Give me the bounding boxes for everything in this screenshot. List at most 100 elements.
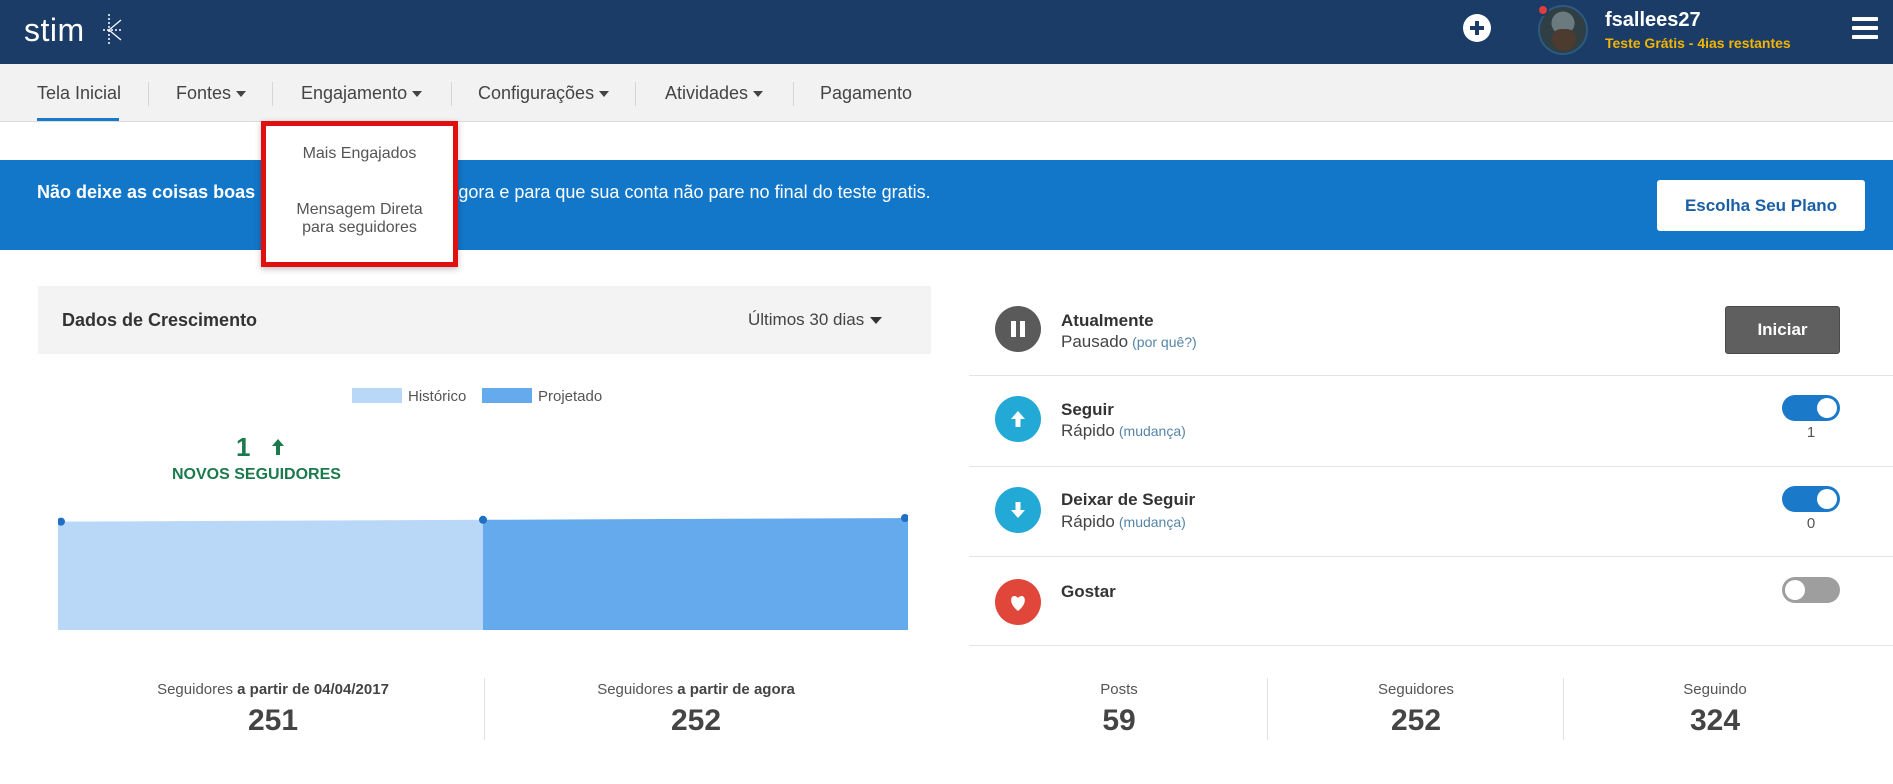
nav-pagamento[interactable]: Pagamento: [820, 83, 912, 104]
arrow-down-icon: [1011, 502, 1025, 518]
legend-swatch: [482, 388, 532, 403]
unfollow-count: 0: [1806, 515, 1816, 532]
dropdown-item-mensagem-direta[interactable]: Mensagem Direta para seguidores: [266, 201, 453, 237]
stat-value: 251: [247, 704, 299, 737]
nav-label: Tela Inicial: [37, 83, 122, 103]
stat-posts: Posts 59: [1019, 681, 1219, 738]
change-link[interactable]: (mudança): [1119, 423, 1186, 439]
stat-label-prefix: Seguidores: [597, 681, 674, 698]
growth-area-chart: [58, 514, 908, 630]
caret-down-icon: [412, 91, 423, 98]
unfollow-icon: [995, 487, 1041, 533]
data-point: [479, 515, 487, 524]
active-tab-indicator: [37, 118, 119, 121]
heart-icon: [1011, 596, 1025, 611]
choose-plan-button[interactable]: Escolha Seu Plano: [1657, 180, 1865, 231]
stat-value: 252: [1390, 704, 1442, 737]
logo[interactable]: stim: [24, 12, 85, 49]
stat-divider: [1267, 678, 1268, 740]
top-header: stim fsallees27 Teste Grátis - 4ias rest…: [0, 0, 1893, 64]
status-value: Pausado (por quê?): [1061, 332, 1197, 352]
row-divider: [969, 556, 1893, 557]
like-title: Gostar: [1061, 582, 1116, 601]
follow-title: Seguir: [1061, 400, 1114, 419]
legend-label: Histórico: [408, 388, 467, 405]
dropdown-item-label-line2: para seguidores: [302, 219, 417, 236]
follow-toggle[interactable]: [1782, 395, 1840, 421]
why-link[interactable]: (por quê?): [1132, 334, 1197, 350]
nav-atividades[interactable]: Atividades: [665, 83, 764, 104]
banner-text: Não deixe as coisas boas __________ seu …: [37, 182, 931, 203]
follow-count: 1: [1806, 424, 1816, 441]
stat-label: Seguindo: [1683, 681, 1747, 698]
status-value-text: Pausado: [1061, 332, 1129, 351]
stat-value: 59: [1102, 704, 1136, 737]
stat-followers-since: Seguidores a partir de 04/04/2017 251: [133, 681, 413, 738]
nav-divider: [272, 82, 273, 106]
stat-following: Seguindo 324: [1615, 681, 1815, 738]
arrow-up-icon: [272, 439, 284, 455]
stat-label: Seguidores: [1378, 681, 1454, 698]
stat-label: Seguidores a partir de 04/04/2017: [133, 681, 413, 698]
nav-fontes[interactable]: Fontes: [176, 83, 247, 104]
nav-label: Atividades: [665, 83, 749, 103]
nav-tela-inicial[interactable]: Tela Inicial: [37, 83, 121, 104]
caret-down-icon: [599, 91, 610, 98]
username[interactable]: fsallees27: [1605, 9, 1701, 32]
follow-icon: [995, 396, 1041, 442]
new-followers-count: 1: [236, 432, 251, 462]
nav-configuracoes[interactable]: Configurações: [478, 83, 610, 104]
like-icon: [995, 579, 1041, 625]
new-followers-label: NOVOS SEGUIDORES: [172, 466, 341, 483]
main-nav: Tela Inicial Fontes Engajamento Configur…: [0, 64, 1893, 122]
nav-divider: [148, 82, 149, 106]
nav-divider: [451, 82, 452, 106]
legend-swatch: [352, 388, 402, 403]
hamburger-menu-icon[interactable]: [1852, 17, 1878, 39]
stat-divider: [484, 678, 485, 740]
nav-label: Engajamento: [301, 83, 408, 103]
nav-label: Pagamento: [820, 83, 913, 103]
dropdown-item-label: Mais Engajados: [302, 145, 417, 162]
unfollow-title: Deixar de Seguir: [1061, 490, 1196, 509]
unfollow-speed-value: Rápido: [1061, 512, 1115, 531]
legend-historico: Histórico: [352, 388, 466, 405]
growth-panel-header: Dados de Crescimento Últimos 30 dias: [38, 286, 931, 354]
nav-divider: [793, 82, 794, 106]
nav-engajamento[interactable]: Engajamento: [301, 83, 423, 104]
start-button[interactable]: Iniciar: [1725, 306, 1840, 354]
nav-label: Fontes: [176, 83, 232, 103]
stat-label: Posts: [1100, 681, 1138, 698]
stat-value: 252: [670, 704, 722, 737]
stat-label-bold: a partir de agora: [677, 681, 795, 698]
toggle-knob: [1817, 489, 1837, 509]
logo-mark-icon: [103, 14, 123, 46]
add-account-button[interactable]: [1463, 14, 1491, 42]
follow-speed-value: Rápido: [1061, 421, 1115, 440]
stat-value: 324: [1689, 704, 1741, 737]
arrow-up-icon: [1011, 411, 1025, 427]
caret-down-icon: [753, 91, 764, 98]
banner-text-bold: Não deixe as coisas boas: [37, 182, 256, 202]
unfollow-toggle[interactable]: [1782, 486, 1840, 512]
stat-label: Seguidores a partir de agora: [556, 681, 836, 698]
change-link[interactable]: (mudança): [1119, 514, 1186, 530]
growth-title: Dados de Crescimento: [62, 310, 258, 330]
stat-followers-now: Seguidores a partir de agora 252: [556, 681, 836, 738]
row-divider: [969, 375, 1893, 376]
unfollow-speed: Rápido (mudança): [1061, 512, 1186, 532]
stat-followers: Seguidores 252: [1316, 681, 1516, 738]
like-toggle[interactable]: [1782, 577, 1840, 603]
row-divider: [969, 466, 1893, 467]
range-select-value: Últimos 30 dias: [748, 310, 865, 329]
notification-dot: [1537, 4, 1549, 16]
status-title: Atualmente: [1061, 311, 1154, 330]
caret-down-icon: [236, 91, 247, 98]
engajamento-dropdown: Mais Engajados Mensagem Direta para segu…: [261, 121, 458, 267]
area-historico: [58, 519, 483, 630]
range-select[interactable]: Últimos 30 dias: [748, 310, 883, 330]
nav-divider: [635, 82, 636, 106]
legend-label: Projetado: [538, 388, 603, 405]
dropdown-item-mais-engajados[interactable]: Mais Engajados: [266, 145, 453, 163]
legend-projetado: Projetado: [482, 388, 602, 405]
